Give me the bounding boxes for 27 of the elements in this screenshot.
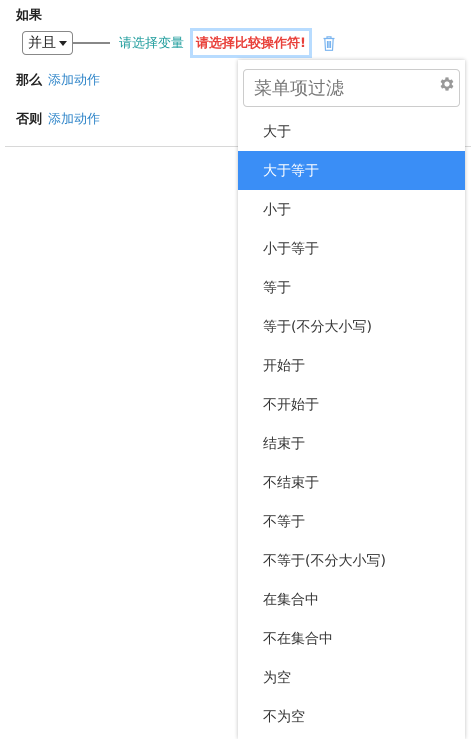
- menu-item[interactable]: 不等于(不分大小写): [238, 541, 465, 580]
- menu-item[interactable]: 小于等于: [238, 229, 465, 268]
- operator-field[interactable]: 请选择比较操作符!: [190, 28, 312, 58]
- menu-item[interactable]: 等于: [238, 268, 465, 307]
- menu-item[interactable]: 开始于: [238, 346, 465, 385]
- menu-item[interactable]: 不等于: [238, 502, 465, 541]
- trash-icon[interactable]: [322, 36, 335, 50]
- menu-item[interactable]: 结束于: [238, 424, 465, 463]
- add-action-link[interactable]: 添加动作: [48, 110, 100, 128]
- caret-icon: [59, 40, 67, 46]
- join-dropdown[interactable]: 并且: [22, 31, 73, 55]
- menu-item[interactable]: 等于(不分大小写): [238, 307, 465, 346]
- else-label: 否则: [16, 110, 42, 128]
- menu-item[interactable]: 不开始于: [238, 385, 465, 424]
- menu-item[interactable]: 不为空: [238, 697, 465, 736]
- filter-field[interactable]: 菜单项过滤: [243, 69, 460, 107]
- menu-item[interactable]: 为空: [238, 658, 465, 697]
- settings-icon[interactable]: [438, 75, 456, 93]
- menu-item[interactable]: 小于: [238, 190, 465, 229]
- menu-item[interactable]: 在集合中: [238, 580, 465, 619]
- if-label: 如果: [16, 7, 43, 25]
- then-label: 那么: [16, 72, 42, 88]
- connector-line: [73, 42, 110, 44]
- add-action-link[interactable]: 添加动作: [48, 70, 100, 88]
- menu-item[interactable]: 大于: [238, 112, 465, 151]
- menu-item[interactable]: 不在集合中: [238, 619, 465, 658]
- menu-item[interactable]: 不结束于: [238, 463, 465, 502]
